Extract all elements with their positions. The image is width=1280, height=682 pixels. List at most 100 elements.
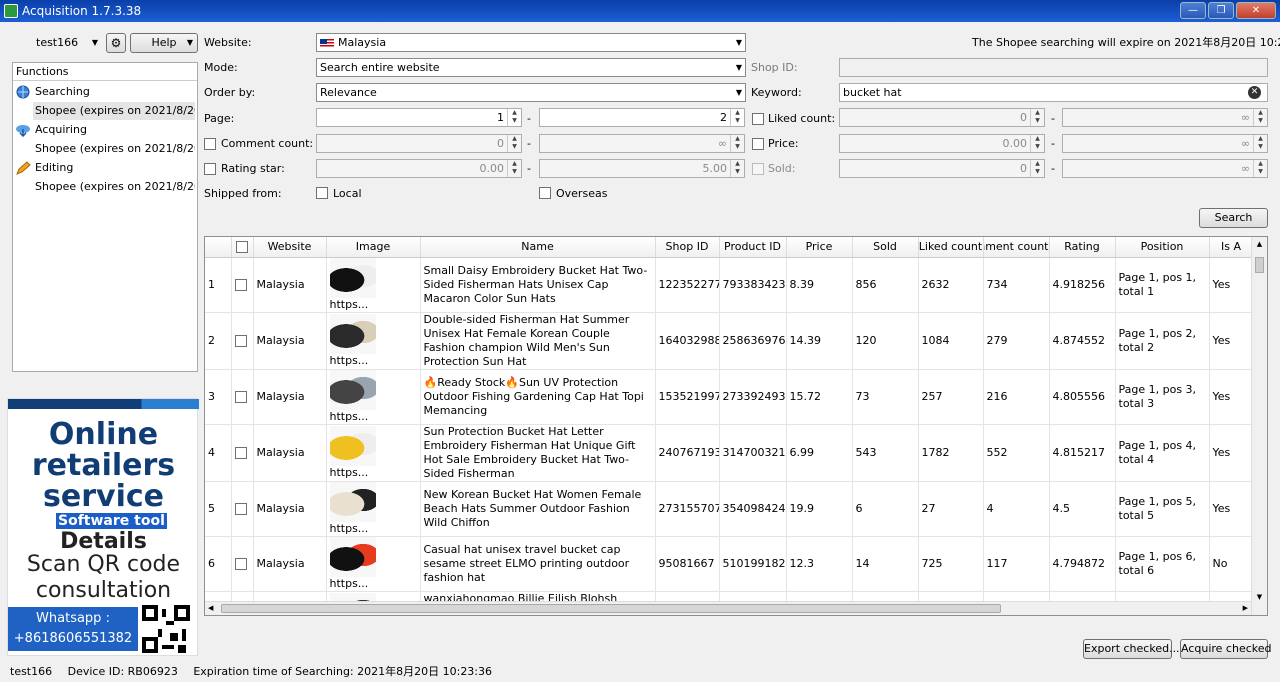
sold-checkbox[interactable]: [752, 163, 764, 175]
price-from-spinner[interactable]: 0.00 ▲ ▼: [839, 134, 1045, 153]
row-checkbox[interactable]: [234, 557, 247, 570]
vertical-scrollbar[interactable]: ▲ ▼: [1251, 237, 1267, 615]
row-checkbox[interactable]: [234, 334, 247, 347]
cell-position: Page 1, pos 4, total 4: [1115, 424, 1210, 482]
keyword-input[interactable]: bucket hat ✕: [839, 83, 1268, 102]
results-table[interactable]: Website Image Name Shop ID Product ID Pr…: [204, 236, 1268, 616]
ad-banner[interactable]: Online retailers service Software tool D…: [7, 398, 199, 656]
price-to-spinner[interactable]: ∞ ▲ ▼: [1062, 134, 1268, 153]
spin-arrows-icon[interactable]: ▲ ▼: [1253, 160, 1267, 177]
cell-n: 4: [205, 424, 232, 482]
price-checkbox[interactable]: [752, 138, 764, 150]
col-header-price[interactable]: Price: [786, 237, 853, 258]
liked-from-spinner[interactable]: 0 ▲ ▼: [839, 108, 1045, 127]
tree-item-searching[interactable]: Searching: [15, 83, 90, 101]
scroll-right-icon[interactable]: ▶: [1243, 602, 1248, 615]
acquire-checked-button[interactable]: Acquire checked: [1180, 639, 1272, 659]
tree-sub-editing-shopee[interactable]: Shopee (expires on 2021/8/20 ...: [33, 178, 195, 196]
order-select[interactable]: Relevance ▼: [316, 83, 746, 102]
maximize-button[interactable]: ❐: [1208, 2, 1234, 19]
col-header-sold[interactable]: Sold: [852, 237, 919, 258]
spin-arrows-icon[interactable]: ▲ ▼: [730, 135, 744, 152]
table-row[interactable]: 2 Malaysia https... Double-sided Fisherman …: [205, 312, 1254, 370]
col-header-rating[interactable]: Rating: [1049, 237, 1116, 258]
row-checkbox[interactable]: [234, 390, 247, 403]
product-thumbnail[interactable]: [329, 313, 376, 354]
table-row[interactable]: 6 Malaysia https... Casual hat unisex trave…: [205, 536, 1254, 592]
liked-to-spinner[interactable]: ∞ ▲ ▼: [1062, 108, 1268, 127]
spin-arrows-icon[interactable]: ▲ ▼: [507, 160, 521, 177]
help-button[interactable]: Help ▼: [130, 33, 198, 53]
spin-arrows-icon[interactable]: ▲ ▼: [1030, 135, 1044, 152]
liked-count-checkbox[interactable]: [752, 113, 764, 125]
search-button[interactable]: Search: [1199, 208, 1268, 228]
chevron-down-icon: ▼: [735, 63, 742, 72]
spin-arrows-icon[interactable]: ▲ ▼: [1030, 160, 1044, 177]
comment-count-checkbox[interactable]: [204, 138, 216, 150]
comment-from-spinner[interactable]: 0 ▲ ▼: [316, 134, 522, 153]
mode-select[interactable]: Search entire website ▼: [316, 58, 746, 77]
col-header-index[interactable]: [205, 237, 232, 258]
spin-arrows-icon[interactable]: ▲ ▼: [730, 160, 744, 177]
sold-from-spinner[interactable]: 0 ▲ ▼: [839, 159, 1045, 178]
product-thumbnail[interactable]: [329, 369, 376, 410]
row-checkbox[interactable]: [234, 446, 247, 459]
rating-star-checkbox[interactable]: [204, 163, 216, 175]
minimize-button[interactable]: —: [1180, 2, 1206, 19]
close-button[interactable]: ✕: [1236, 2, 1276, 19]
sold-to-spinner[interactable]: ∞ ▲ ▼: [1062, 159, 1268, 178]
cell-rating: 4.874552: [1049, 312, 1116, 370]
horizontal-scroll-thumb[interactable]: [221, 604, 1001, 613]
spin-arrows-icon[interactable]: ▲ ▼: [730, 109, 744, 126]
spin-arrows-icon[interactable]: ▲ ▼: [507, 135, 521, 152]
local-checkbox[interactable]: [316, 187, 328, 199]
user-selector[interactable]: test166 ▼: [12, 33, 102, 52]
row-checkbox[interactable]: [234, 502, 247, 515]
shipped-from-label: Shipped from:: [204, 187, 282, 200]
rating-to-spinner[interactable]: 5.00 ▲ ▼: [539, 159, 745, 178]
scroll-left-icon[interactable]: ◀: [208, 602, 213, 615]
settings-button[interactable]: ⚙: [106, 33, 126, 53]
page-to-spinner[interactable]: 2 ▲ ▼: [539, 108, 745, 127]
col-header-shop-id[interactable]: Shop ID: [655, 237, 720, 258]
rating-from-spinner[interactable]: 0.00 ▲ ▼: [316, 159, 522, 178]
tree-sub-searching-shopee[interactable]: Shopee (expires on 2021/8/20 ...: [33, 102, 195, 120]
comment-to-spinner[interactable]: ∞ ▲ ▼: [539, 134, 745, 153]
vertical-scroll-thumb[interactable]: [1255, 257, 1264, 273]
spin-arrows-icon[interactable]: ▲ ▼: [1253, 135, 1267, 152]
product-thumbnail[interactable]: [329, 425, 376, 466]
tree-sub-acquiring-shopee[interactable]: Shopee (expires on 2021/8/20 ...: [33, 140, 195, 158]
page-from-spinner[interactable]: 1 ▲ ▼: [316, 108, 522, 127]
horizontal-scrollbar[interactable]: ◀ ▶: [205, 601, 1251, 615]
col-header-website[interactable]: Website: [253, 237, 327, 258]
col-header-is-a[interactable]: Is A: [1209, 237, 1254, 258]
product-thumbnail[interactable]: [329, 481, 376, 522]
spin-arrows-icon[interactable]: ▲ ▼: [507, 109, 521, 126]
select-all-checkbox[interactable]: [236, 241, 248, 254]
tree-item-editing[interactable]: Editing: [15, 159, 73, 177]
table-row[interactable]: 5 Malaysia https... New Korean Bucket Hat W…: [205, 481, 1254, 537]
col-header-name[interactable]: Name: [420, 237, 656, 258]
col-header-check[interactable]: [231, 237, 254, 258]
website-select[interactable]: Malaysia ▼: [316, 33, 746, 52]
row-checkbox[interactable]: [234, 278, 247, 291]
scroll-up-icon[interactable]: ▲: [1252, 237, 1267, 251]
product-thumbnail[interactable]: [329, 257, 376, 298]
product-thumbnail[interactable]: [329, 536, 376, 577]
table-row[interactable]: 4 Malaysia https... Sun Protection Bucket H…: [205, 424, 1254, 482]
col-header-liked[interactable]: Liked count: [918, 237, 984, 258]
shop-id-input[interactable]: [839, 58, 1268, 77]
col-header-product-id[interactable]: Product ID: [719, 237, 787, 258]
scroll-down-icon[interactable]: ▼: [1252, 593, 1267, 601]
tree-item-acquiring[interactable]: Acquiring: [15, 121, 87, 139]
col-header-position[interactable]: Position: [1115, 237, 1210, 258]
overseas-checkbox[interactable]: [539, 187, 551, 199]
table-row[interactable]: 3 Malaysia https... 🔥Ready Stock🔥Sun UV Pro…: [205, 369, 1254, 425]
export-checked-button[interactable]: Export checked...: [1083, 639, 1180, 659]
spin-arrows-icon[interactable]: ▲ ▼: [1030, 109, 1044, 126]
spin-arrows-icon[interactable]: ▲ ▼: [1253, 109, 1267, 126]
col-header-image[interactable]: Image: [326, 237, 421, 258]
clear-icon[interactable]: ✕: [1248, 86, 1261, 99]
col-header-comments[interactable]: Comment count: [983, 237, 1050, 258]
table-row[interactable]: 1 Malaysia https... Small Daisy Embroidery …: [205, 257, 1254, 313]
